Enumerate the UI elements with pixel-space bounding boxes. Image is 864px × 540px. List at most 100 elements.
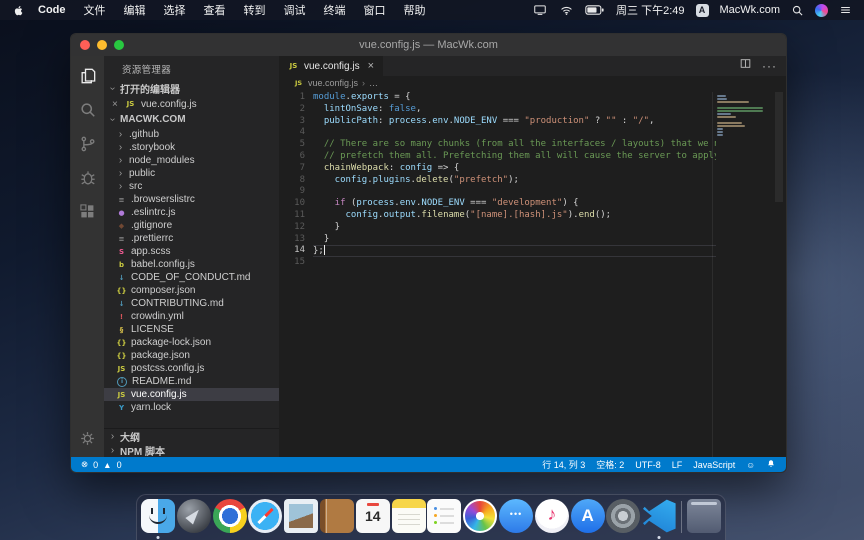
reminders-app-icon[interactable]: [427, 499, 461, 533]
status-item[interactable]: 空格: 2: [596, 458, 624, 471]
menu-item[interactable]: 文件: [75, 2, 115, 18]
dock-item-music[interactable]: [534, 499, 570, 539]
tree-item-babel.config.js[interactable]: bbabel.config.js: [104, 258, 279, 271]
dock-item-reminders[interactable]: [427, 499, 463, 539]
tree-item-.eslintrc.js[interactable]: ●.eslintrc.js: [104, 206, 279, 219]
code-line-11[interactable]: 11 config.output.filename("[name].[hash]…: [279, 210, 786, 222]
siri-icon[interactable]: [815, 4, 828, 17]
tree-item-README.md[interactable]: iREADME.md: [104, 375, 279, 388]
breadcrumb[interactable]: JS vue.config.js › …: [279, 76, 786, 90]
dock-item-photos[interactable]: [462, 499, 498, 539]
open-editors-section[interactable]: 打开的编辑器: [104, 80, 279, 97]
more-actions-icon[interactable]: ···: [762, 59, 777, 73]
tree-item-.github[interactable]: .github: [104, 128, 279, 141]
open-editor-item[interactable]: ×JSvue.config.js: [104, 97, 279, 111]
dock-item-messages[interactable]: [498, 499, 534, 539]
menu-item[interactable]: 选择: [155, 2, 195, 18]
tree-item-crowdin.yml[interactable]: !crowdin.yml: [104, 310, 279, 323]
sidebar-section-大纲[interactable]: 大纲: [104, 429, 279, 443]
code-line-10[interactable]: 10 if (process.env.NODE_ENV === "develop…: [279, 198, 786, 210]
tree-item-package.json[interactable]: {}package.json: [104, 349, 279, 362]
code-line-7[interactable]: 7 chainWebpack: config => {: [279, 163, 786, 175]
code-line-9[interactable]: 9: [279, 186, 786, 198]
menu-clock[interactable]: 周三 下午2:49: [616, 2, 684, 18]
debug-icon[interactable]: [77, 167, 98, 188]
status-item[interactable]: UTF-8: [635, 460, 661, 470]
tree-item-.gitignore[interactable]: ◆.gitignore: [104, 219, 279, 232]
dock-item-settings[interactable]: [606, 499, 642, 539]
menu-item[interactable]: 调试: [275, 2, 315, 18]
close-tab-icon[interactable]: ×: [368, 60, 374, 72]
tree-item-LICENSE[interactable]: §LICENSE: [104, 323, 279, 336]
vscode-app-icon[interactable]: [642, 499, 676, 533]
trash-app-icon[interactable]: [687, 499, 721, 533]
menu-app-name[interactable]: Code: [29, 4, 75, 16]
code-line-12[interactable]: 12 }: [279, 222, 786, 234]
menu-item[interactable]: 终端: [315, 2, 355, 18]
contacts-app-icon[interactable]: [320, 499, 354, 533]
messages-app-icon[interactable]: [499, 499, 533, 533]
split-editor-icon[interactable]: [739, 57, 752, 75]
apple-menu-icon[interactable]: [12, 3, 25, 18]
wifi-icon[interactable]: [559, 4, 574, 17]
code-line-15[interactable]: 15: [279, 257, 786, 269]
tree-item-CONTRIBUTING.md[interactable]: ↓CONTRIBUTING.md: [104, 297, 279, 310]
extensions-icon[interactable]: [77, 201, 98, 222]
safari-app-icon[interactable]: [248, 499, 282, 533]
explorer-icon[interactable]: [77, 65, 98, 86]
code-line-4[interactable]: 4: [279, 127, 786, 139]
calendar-app-icon[interactable]: 14: [356, 499, 390, 533]
menu-account[interactable]: MacWk.com: [720, 4, 781, 16]
feedback-smiley-icon[interactable]: ☺: [746, 460, 755, 470]
tree-item-package-lock.json[interactable]: {}package-lock.json: [104, 336, 279, 349]
dock-item-trash[interactable]: [686, 499, 722, 539]
dock-item-contacts[interactable]: [319, 499, 355, 539]
menu-item[interactable]: 编辑: [115, 2, 155, 18]
zoom-window-button[interactable]: [114, 40, 124, 50]
battery-icon[interactable]: [585, 4, 605, 16]
search-icon[interactable]: [77, 99, 98, 120]
code-line-8[interactable]: 8 config.plugins.delete("prefetch");: [279, 175, 786, 187]
dock-item-mail[interactable]: [283, 499, 319, 539]
tree-item-vue.config.js[interactable]: JSvue.config.js: [104, 388, 279, 401]
problems-indicator[interactable]: ⊗ 0 ▲ 0: [81, 459, 122, 470]
menu-item[interactable]: 查看: [195, 2, 235, 18]
status-item[interactable]: 行 14, 列 3: [542, 458, 585, 471]
dock-item-appstore[interactable]: [570, 499, 606, 539]
notes-app-icon[interactable]: [392, 499, 426, 533]
tree-item-app.scss[interactable]: Sapp.scss: [104, 245, 279, 258]
notifications-bell-icon[interactable]: [766, 459, 776, 471]
tree-item-.prettierrc[interactable]: ≡.prettierrc: [104, 232, 279, 245]
tree-item-composer.json[interactable]: {}composer.json: [104, 284, 279, 297]
finder-app-icon[interactable]: [141, 499, 175, 533]
mail-app-icon[interactable]: [284, 499, 318, 533]
source-control-icon[interactable]: [77, 133, 98, 154]
manage-gear-icon[interactable]: [77, 428, 98, 449]
tree-item-yarn.lock[interactable]: Yyarn.lock: [104, 401, 279, 414]
minimize-window-button[interactable]: [97, 40, 107, 50]
window-title-bar[interactable]: vue.config.js — MacWk.com: [71, 34, 786, 56]
chrome-app-icon[interactable]: [213, 499, 247, 533]
code-line-3[interactable]: 3 publicPath: process.env.NODE_ENV === "…: [279, 116, 786, 128]
tree-item-node_modules[interactable]: node_modules: [104, 154, 279, 167]
dock-item-safari[interactable]: [247, 499, 283, 539]
launchpad-app-icon[interactable]: [177, 499, 211, 533]
sidebar-section-NPM 脚本[interactable]: NPM 脚本: [104, 443, 279, 457]
code-line-5[interactable]: 5 // There are so many chunks (from all …: [279, 139, 786, 151]
dock-item-vscode[interactable]: [641, 499, 677, 539]
appstore-app-icon[interactable]: [571, 499, 605, 533]
minimap[interactable]: [712, 92, 772, 457]
dock-item-calendar[interactable]: 14: [355, 499, 391, 539]
music-app-icon[interactable]: [535, 499, 569, 533]
status-item[interactable]: LF: [672, 460, 683, 470]
tree-item-CODE_OF_CONDUCT.md[interactable]: ↓CODE_OF_CONDUCT.md: [104, 271, 279, 284]
code-line-1[interactable]: 1module.exports = {: [279, 92, 786, 104]
code-line-2[interactable]: 2 lintOnSave: false,: [279, 104, 786, 116]
tree-item-.browserslistrc[interactable]: ≡.browserslistrc: [104, 193, 279, 206]
tree-item-src[interactable]: src: [104, 180, 279, 193]
screen-mirroring-icon[interactable]: [532, 3, 548, 17]
status-item[interactable]: JavaScript: [693, 460, 735, 470]
editor-scrollbar[interactable]: [772, 90, 786, 442]
tree-item-public[interactable]: public: [104, 167, 279, 180]
close-window-button[interactable]: [80, 40, 90, 50]
